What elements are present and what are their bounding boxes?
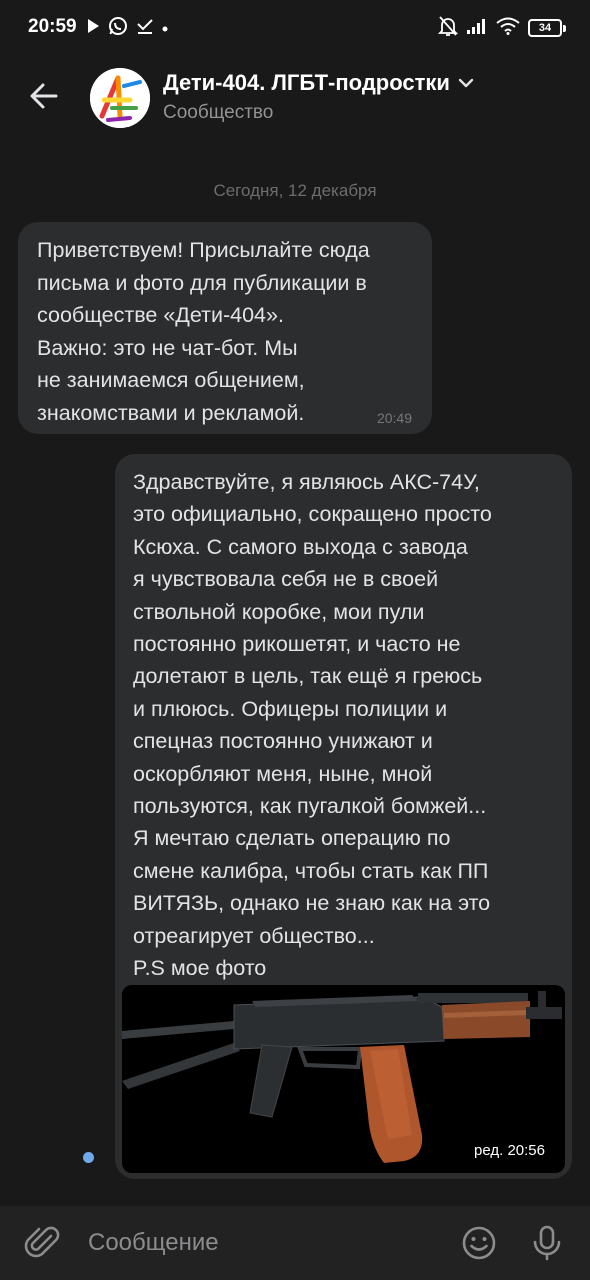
smile-icon: [462, 1226, 496, 1260]
message-text: Приветствуем! Присылайте сюда письма и ф…: [37, 238, 370, 425]
message-photo[interactable]: ред. 20:56: [122, 985, 565, 1173]
battery-icon: 34: [528, 19, 566, 37]
outgoing-message[interactable]: Здравствуйте, я являюсь АКС-74У, это офи…: [115, 454, 572, 1179]
message-input[interactable]: [86, 1222, 430, 1264]
back-button[interactable]: [24, 76, 64, 116]
incoming-message[interactable]: Приветствуем! Присылайте сюда письма и ф…: [18, 222, 432, 434]
unread-indicator: [83, 1152, 94, 1163]
chevron-down-icon: [458, 78, 474, 88]
status-bar: 20:59 34: [0, 0, 590, 56]
battery-level: 34: [528, 19, 562, 37]
chat-title: Дети-404. ЛГБТ-подростки: [163, 70, 450, 95]
edited-time-badge: ред. 20:56: [466, 1138, 553, 1163]
community-avatar[interactable]: [90, 68, 150, 128]
date-separator: Сегодня, 12 декабря: [213, 181, 377, 200]
message-text: Здравствуйте, я являюсь АКС-74У, это офи…: [133, 470, 492, 981]
download-done-icon: [136, 17, 154, 40]
paperclip-icon: [24, 1226, 60, 1258]
voice-message-button[interactable]: [528, 1224, 566, 1262]
microphone-icon: [533, 1225, 561, 1261]
composer-bar: [0, 1206, 590, 1280]
status-right-icons: 34: [437, 14, 566, 42]
status-left-icons: [86, 14, 168, 42]
emoji-button[interactable]: [460, 1224, 498, 1262]
chat-header: Дети-404. ЛГБТ-подростки Сообщество: [0, 56, 590, 140]
bell-off-icon: [437, 15, 459, 42]
community-logo-icon: [90, 68, 150, 128]
arrow-left-icon: [30, 83, 58, 109]
whatsapp-icon: [108, 16, 128, 41]
dot-icon: [162, 19, 168, 37]
chat-title-row[interactable]: Дети-404. ЛГБТ-подростки: [163, 70, 474, 96]
attach-button[interactable]: [24, 1224, 62, 1262]
signal-icon: [466, 17, 488, 40]
message-time: 20:49: [376, 410, 412, 426]
play-icon: [86, 18, 100, 39]
status-time: 20:59: [28, 16, 77, 37]
chat-subtitle: Сообщество: [163, 102, 274, 123]
wifi-icon: [496, 17, 520, 40]
